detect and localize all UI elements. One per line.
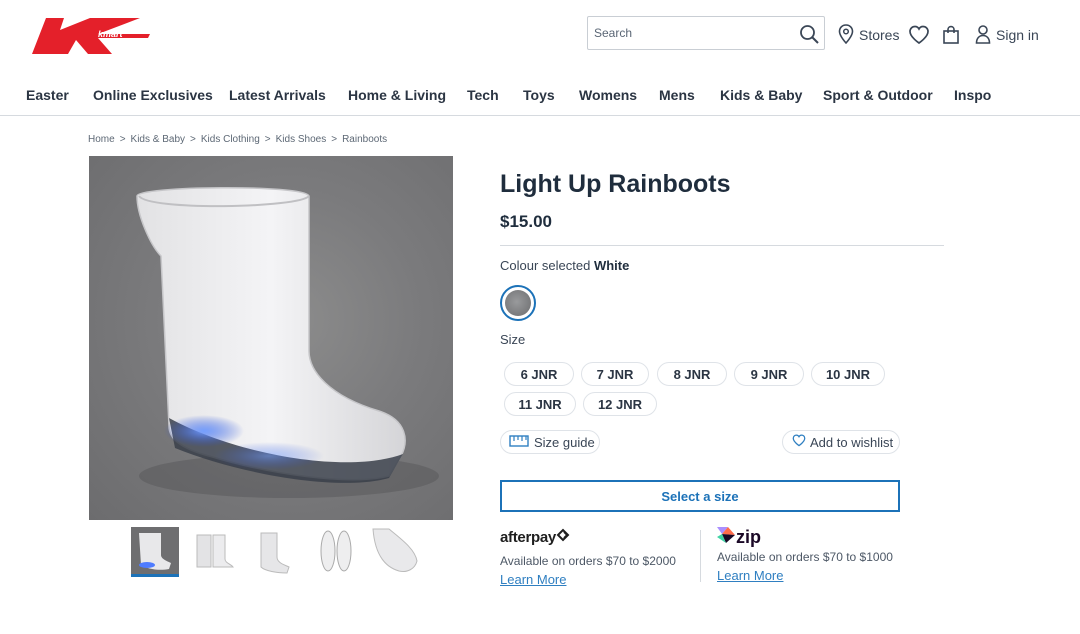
breadcrumb-separator: >	[264, 134, 271, 145]
zip-learn-more-link[interactable]: Learn More	[717, 568, 783, 583]
search-input[interactable]	[594, 17, 794, 49]
nav-item-easter[interactable]: Easter	[26, 87, 69, 103]
afterpay-text: Available on orders $70 to $2000	[500, 554, 676, 568]
map-pin-icon	[838, 23, 859, 47]
size-guide-label: Size guide	[534, 434, 595, 450]
select-a-size-button[interactable]: Select a size	[500, 480, 900, 512]
nav-item-mens[interactable]: Mens	[659, 87, 695, 103]
logo-text: kmart	[98, 29, 124, 39]
wishlist-label: Add to wishlist	[810, 434, 894, 450]
colour-selected-text: Colour selected White	[500, 258, 629, 273]
thumbnail-strip	[131, 527, 421, 579]
thumbnail-2[interactable]	[191, 527, 239, 577]
size-option-8-jnr[interactable]: 8 JNR	[657, 362, 727, 386]
size-option-11-jnr[interactable]: 11 JNR	[504, 392, 576, 416]
site-header: kmart Stores Sign in	[0, 0, 1080, 70]
afterpay-arrows-icon	[556, 528, 572, 546]
wishlist-header-button[interactable]	[908, 23, 935, 49]
nav-item-inspo[interactable]: Inspo	[954, 87, 991, 103]
stores-link[interactable]: Stores	[838, 22, 899, 48]
thumbnail-5[interactable]	[371, 527, 419, 577]
nav-item-home-living[interactable]: Home & Living	[348, 87, 446, 103]
thumbnail-3[interactable]	[251, 527, 299, 577]
stores-label: Stores	[859, 27, 900, 43]
divider	[500, 245, 944, 246]
size-guide-button[interactable]: Size guide	[500, 430, 600, 454]
search-icon[interactable]	[798, 23, 820, 45]
payment-divider	[700, 530, 701, 582]
breadcrumb-separator: >	[331, 134, 338, 145]
breadcrumb-home[interactable]: Home	[88, 134, 115, 145]
bag-icon	[942, 25, 965, 48]
size-label: Size	[500, 332, 526, 347]
product-price: $15.00	[500, 212, 552, 231]
colour-prefix: Colour selected	[500, 258, 591, 273]
nav-item-kids-baby[interactable]: Kids & Baby	[720, 87, 802, 103]
user-icon	[975, 24, 996, 47]
size-option-12-jnr[interactable]: 12 JNR	[583, 392, 657, 416]
colour-value: White	[593, 258, 630, 273]
signin-link[interactable]: Sign in	[975, 22, 1039, 48]
search-box	[587, 16, 825, 50]
breadcrumb-kids-baby[interactable]: Kids & Baby	[131, 134, 185, 145]
nav-item-tech[interactable]: Tech	[467, 87, 499, 103]
zip-logo: zip	[716, 525, 761, 550]
colour-swatch-white[interactable]	[500, 285, 536, 321]
breadcrumb-kids-clothing[interactable]: Kids Clothing	[201, 134, 260, 145]
nav-item-sport-outdoor[interactable]: Sport & Outdoor	[823, 87, 933, 103]
afterpay-logo: afterpay	[500, 528, 572, 546]
size-option-9-jnr[interactable]: 9 JNR	[734, 362, 804, 386]
heart-icon	[908, 25, 935, 48]
signin-label: Sign in	[996, 27, 1039, 43]
heart-icon	[792, 434, 810, 450]
breadcrumb-separator: >	[119, 134, 126, 145]
size-option-6-jnr[interactable]: 6 JNR	[504, 362, 574, 386]
kmart-logo[interactable]: kmart	[32, 16, 150, 56]
afterpay-logo-text: afterpay	[500, 528, 556, 546]
zip-logo-text: zip	[736, 527, 761, 547]
product-title: Light Up Rainboots	[500, 170, 731, 198]
nav-item-toys[interactable]: Toys	[523, 87, 555, 103]
breadcrumb-separator: >	[190, 134, 196, 145]
nav-item-online-exclusives[interactable]: Online Exclusives	[93, 87, 213, 103]
breadcrumb-kids-shoes[interactable]: Kids Shoes	[276, 134, 327, 145]
thumbnail-1[interactable]	[131, 527, 179, 577]
swatch-image	[505, 290, 531, 316]
add-to-wishlist-button[interactable]: Add to wishlist	[782, 430, 900, 454]
bag-header-button[interactable]	[942, 23, 965, 49]
nav-item-latest-arrivals[interactable]: Latest Arrivals	[229, 87, 326, 103]
nav-item-womens[interactable]: Womens	[579, 87, 637, 103]
size-option-7-jnr[interactable]: 7 JNR	[581, 362, 649, 386]
zip-icon	[716, 525, 736, 550]
main-nav: Easter Online Exclusives Latest Arrivals…	[0, 78, 1080, 116]
size-option-10-jnr[interactable]: 10 JNR	[811, 362, 885, 386]
product-main-image[interactable]	[89, 156, 453, 520]
breadcrumb: Home > Kids & Baby > Kids Clothing > Kid…	[88, 134, 387, 145]
zip-text: Available on orders $70 to $1000	[717, 550, 893, 564]
ruler-icon	[509, 434, 534, 450]
afterpay-learn-more-link[interactable]: Learn More	[500, 572, 566, 587]
breadcrumb-rainboots: Rainboots	[342, 134, 388, 145]
thumbnail-4[interactable]	[311, 527, 359, 577]
